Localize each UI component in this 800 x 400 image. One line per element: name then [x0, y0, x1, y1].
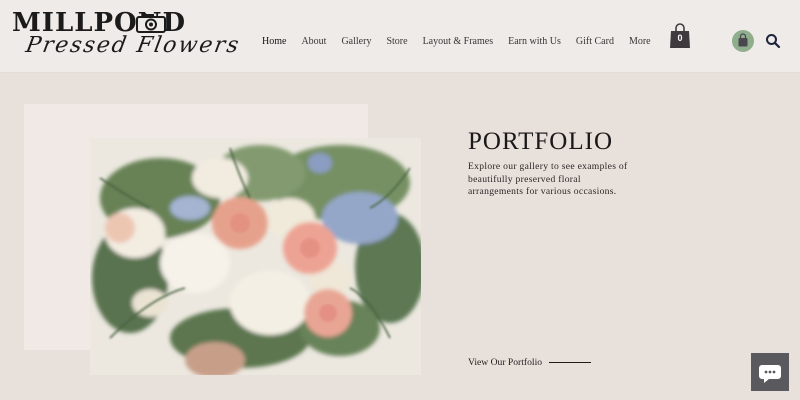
- page: MILLPOND Pressed Flowers Home About Gall…: [0, 0, 800, 400]
- search-icon: [766, 34, 781, 49]
- site-header: MILLPOND Pressed Flowers Home About Gall…: [0, 0, 800, 73]
- cart-count: 0: [677, 33, 683, 43]
- nav-item-more[interactable]: More: [629, 36, 651, 47]
- bouquet-painting: [90, 138, 421, 375]
- nav-item-earn-with-us[interactable]: Earn with Us: [508, 36, 561, 47]
- nav-item-layout-frames[interactable]: Layout & Frames: [423, 36, 494, 47]
- search-button[interactable]: [765, 33, 781, 49]
- bouquet-painting-image: [90, 138, 421, 375]
- camera-icon: [136, 14, 166, 33]
- view-portfolio-label: View Our Portfolio: [468, 356, 543, 368]
- nav-item-home[interactable]: Home: [262, 36, 286, 47]
- portfolio-description: Explore our gallery to see examples of b…: [468, 161, 628, 197]
- view-portfolio-link[interactable]: View Our Portfolio: [468, 356, 592, 368]
- nav-item-gallery[interactable]: Gallery: [341, 36, 371, 47]
- portfolio-heading: PORTFOLIO: [468, 128, 614, 155]
- cart-button[interactable]: 0: [669, 23, 691, 49]
- nav-item-about[interactable]: About: [301, 36, 326, 47]
- logo-tagline: Pressed Flowers: [23, 33, 243, 58]
- chat-button[interactable]: [751, 353, 789, 391]
- main-nav: Home About Gallery Store Layout & Frames…: [262, 34, 666, 48]
- member-bag-button[interactable]: [732, 30, 754, 52]
- shopping-bag-icon: [738, 33, 748, 47]
- link-underline-decoration: [549, 361, 592, 363]
- nav-item-store[interactable]: Store: [386, 36, 407, 47]
- chat-bubble-icon: [759, 365, 781, 383]
- nav-item-gift-card[interactable]: Gift Card: [576, 36, 614, 47]
- site-logo[interactable]: MILLPOND Pressed Flowers: [12, 8, 242, 64]
